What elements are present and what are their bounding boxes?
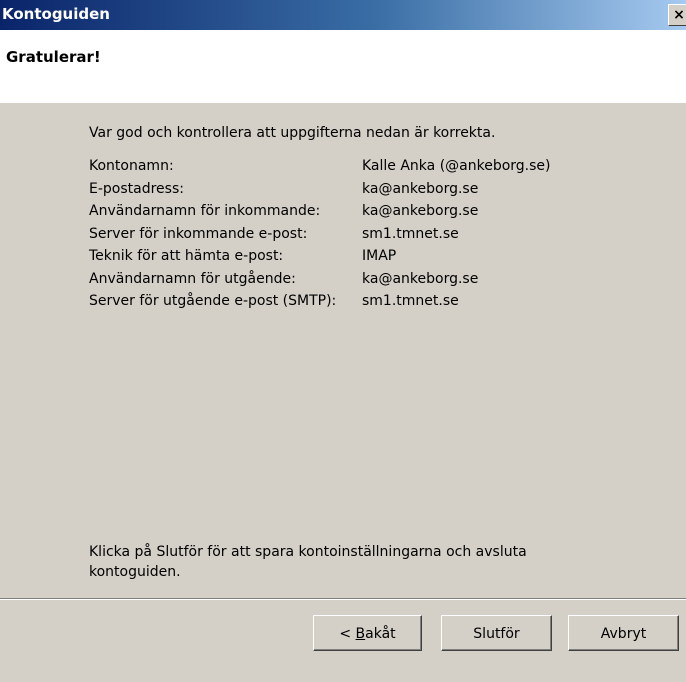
row-value: ka@ankeborg.se	[362, 270, 479, 287]
row-value: IMAP	[362, 248, 397, 264]
row-value: sm1.tmnet.se	[362, 293, 459, 309]
row-value: ka@ankeborg.se	[362, 180, 479, 197]
header-divider	[0, 102, 686, 103]
back-label-prefix: <	[339, 626, 356, 642]
cancel-button[interactable]: Avbryt	[568, 615, 679, 651]
close-button[interactable]: ×	[668, 4, 686, 26]
row-label: E-postadress:	[89, 180, 184, 197]
row-label: Kontonamn:	[89, 158, 174, 174]
back-label-mnemonic: B	[355, 626, 366, 642]
wizard-header: Gratulerar!	[0, 30, 686, 103]
row-label: Server för utgående e-post (SMTP):	[89, 293, 337, 309]
window-title: Kontoguiden	[2, 5, 110, 23]
back-button[interactable]: < Bakåt	[313, 615, 422, 651]
footer-divider	[0, 598, 686, 600]
finish-button[interactable]: Slutför	[441, 615, 552, 651]
back-label-rest: akåt	[365, 626, 396, 642]
title-bar: Kontoguiden ×	[0, 0, 686, 30]
row-label: Server för inkommande e-post:	[89, 225, 308, 242]
row-label: Användarnamn för inkommande:	[89, 203, 321, 219]
row-value: Kalle Anka (@ankeborg.se)	[362, 158, 551, 174]
row-value: ka@ankeborg.se	[362, 203, 479, 219]
row-label: Teknik för att hämta e-post:	[89, 248, 284, 264]
row-value: sm1.tmnet.se	[362, 225, 459, 242]
header-title: Gratulerar!	[6, 48, 101, 66]
close-icon: ×	[673, 7, 685, 23]
intro-text: Var god och kontrollera att uppgifterna …	[89, 125, 496, 141]
finish-instructions: Klicka på Slutför för att spara kontoins…	[89, 544, 527, 580]
row-label: Användarnamn för utgående:	[89, 270, 296, 287]
